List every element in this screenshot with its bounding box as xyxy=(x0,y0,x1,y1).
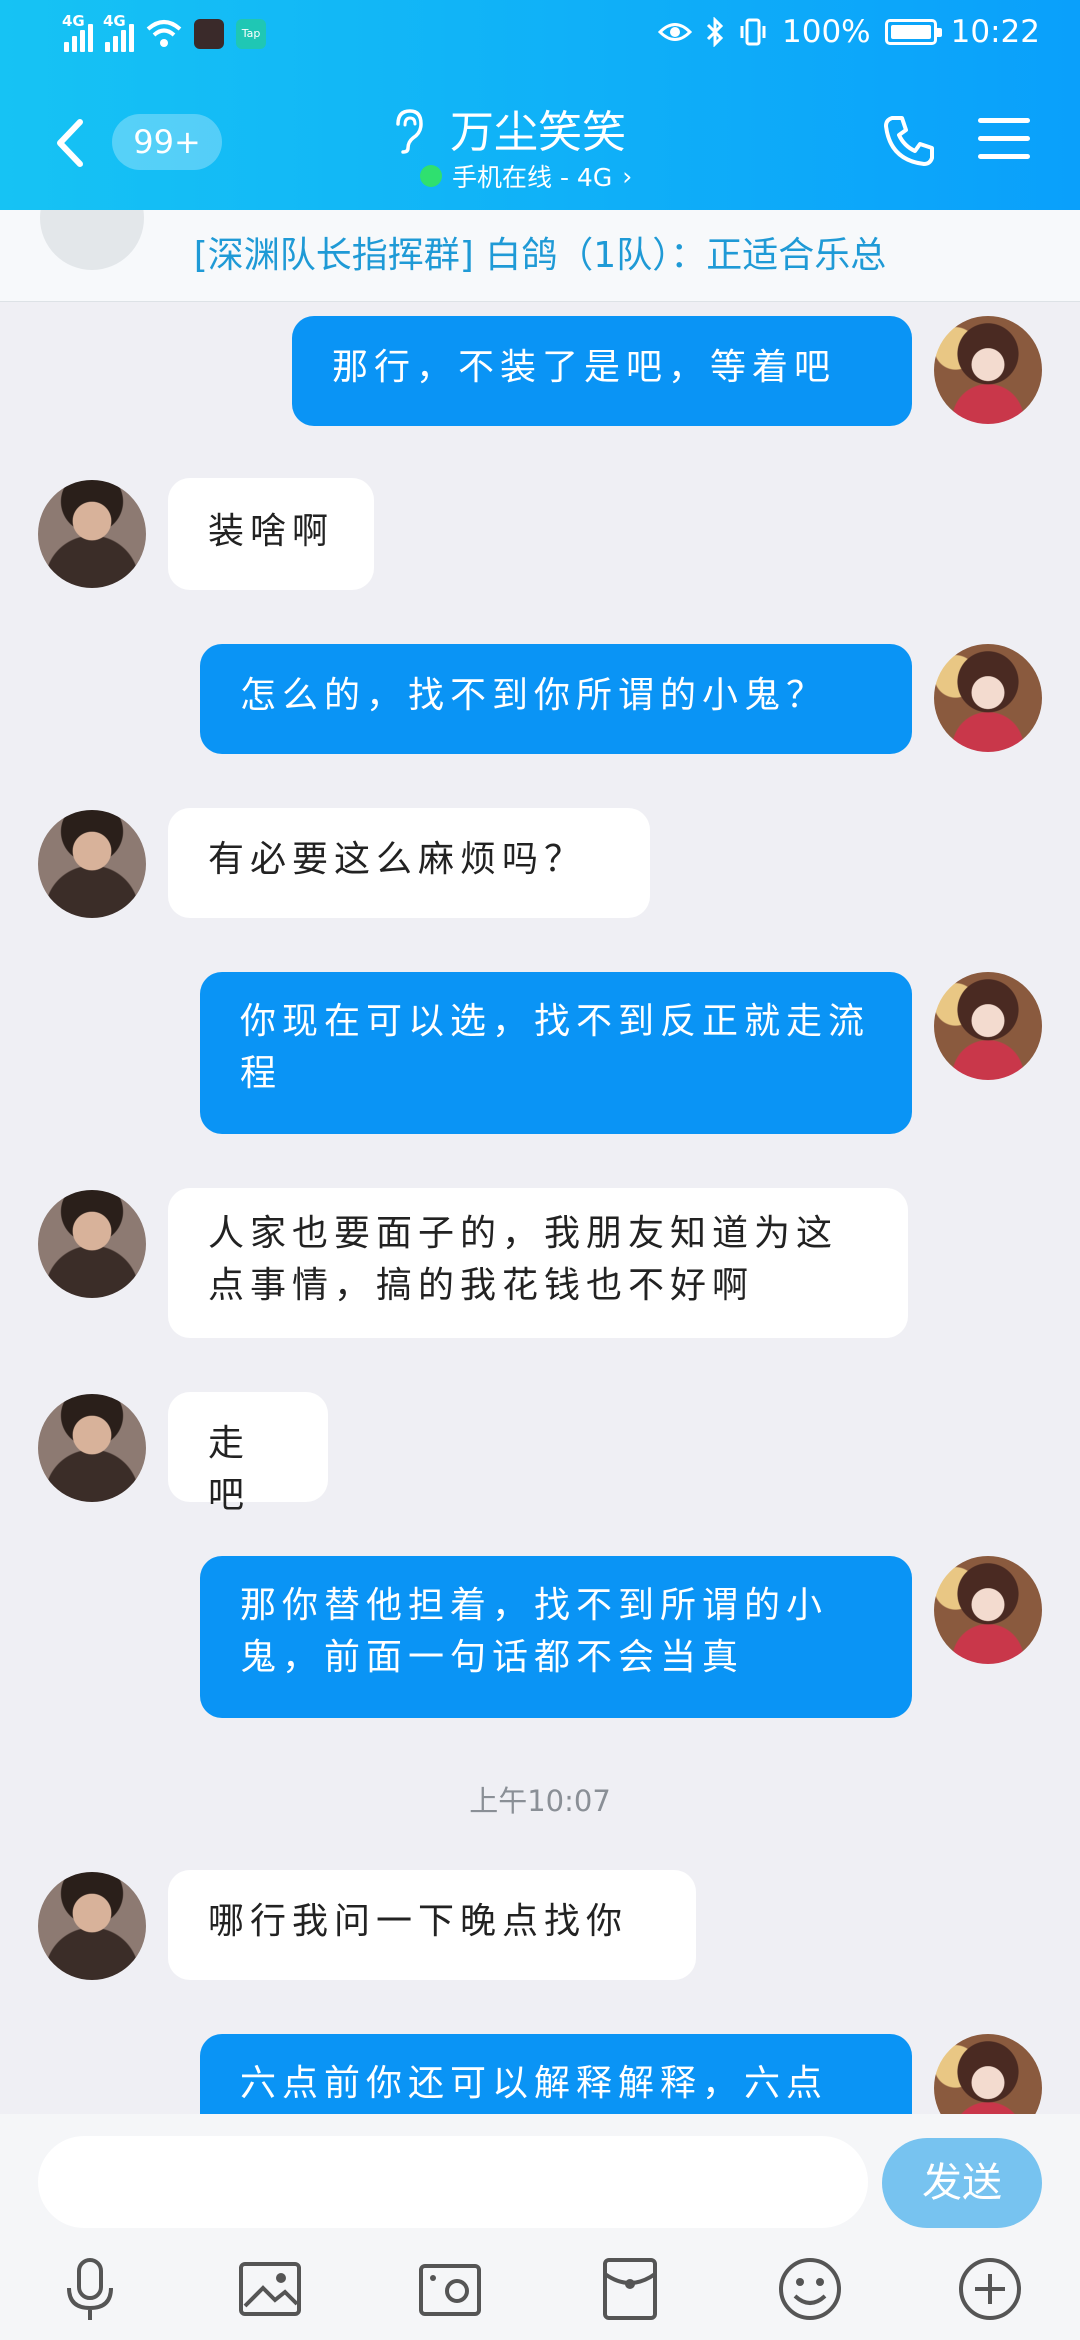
message-row: 走吧 xyxy=(0,1392,1080,1516)
group-notice-bar[interactable]: [深渊队长指挥群] 白鸽（1队）：正适合乐总 xyxy=(0,210,1080,302)
group-notice-text: [深渊队长指挥群] 白鸽（1队）：正适合乐总 xyxy=(193,235,887,276)
message-bubble-incoming[interactable]: 装啥啊 xyxy=(168,478,374,590)
my-avatar[interactable] xyxy=(934,644,1042,752)
contact-avatar[interactable] xyxy=(38,1190,146,1298)
phone-icon[interactable] xyxy=(880,112,938,170)
tap-app-icon: Tap xyxy=(236,19,266,49)
message-row: 六点前你还可以解释解释，六点 xyxy=(0,2034,1080,2114)
eye-icon xyxy=(658,23,693,41)
red-packet-icon[interactable] xyxy=(595,2254,665,2324)
earpiece-mode-icon[interactable] xyxy=(390,108,424,154)
contact-avatar[interactable] xyxy=(38,1872,146,1980)
message-row: 人家也要面子的，我朋友知道为这点事情，搞的我花钱也不好啊 xyxy=(0,1188,1080,1338)
wifi-icon xyxy=(146,20,182,47)
my-avatar[interactable] xyxy=(934,2034,1042,2114)
battery-icon xyxy=(884,19,942,45)
contact-avatar[interactable] xyxy=(38,810,146,918)
online-status-text: 手机在线 - 4G xyxy=(452,163,613,192)
vibrate-icon xyxy=(740,18,766,46)
bluetooth-icon xyxy=(706,17,724,47)
battery-percent: 100% xyxy=(782,14,871,50)
status-bar: 4G 4G Tap 100% 10:22 xyxy=(0,0,1080,75)
message-row: 装啥啊 xyxy=(0,478,1080,590)
message-bubble-outgoing[interactable]: 你现在可以选，找不到反正就走流程 xyxy=(200,972,912,1134)
message-row: 你现在可以选，找不到反正就走流程 xyxy=(0,972,1080,1134)
message-bubble-incoming[interactable]: 人家也要面子的，我朋友知道为这点事情，搞的我花钱也不好啊 xyxy=(168,1188,908,1338)
signal-icon: 4G xyxy=(62,12,93,52)
send-button[interactable]: 发送 xyxy=(882,2138,1042,2228)
message-row: 那行，不装了是吧，等着吧 xyxy=(0,314,1080,426)
message-bubble-outgoing[interactable]: 怎么的，找不到你所谓的小鬼？ xyxy=(200,644,912,754)
back-arrow-icon[interactable] xyxy=(52,118,86,168)
chat-header: 4G 4G Tap 100% 10:22 99+ 万尘笑笑 手机在线 - 4G … xyxy=(0,0,1080,210)
message-row: 哪行我问一下晚点找你 xyxy=(0,1870,1080,1980)
message-bubble-incoming[interactable]: 有必要这么麻烦吗？ xyxy=(168,808,650,918)
contact-name: 万尘笑笑 xyxy=(450,107,626,158)
contact-avatar[interactable] xyxy=(38,480,146,588)
network-type: 4G xyxy=(62,12,85,30)
input-area: 发送 xyxy=(0,2114,1080,2340)
plus-icon[interactable] xyxy=(955,2254,1025,2324)
message-bubble-incoming[interactable]: 走吧 xyxy=(168,1392,328,1516)
scrolled-avatar xyxy=(40,210,144,270)
contact-avatar[interactable] xyxy=(38,1394,146,1502)
my-avatar[interactable] xyxy=(934,972,1042,1080)
menu-icon[interactable] xyxy=(978,118,1030,160)
image-icon[interactable] xyxy=(235,2254,305,2324)
message-input[interactable] xyxy=(38,2136,868,2228)
message-bubble-incoming[interactable]: 哪行我问一下晚点找你 xyxy=(168,1870,696,1980)
message-row: 有必要这么麻烦吗？ xyxy=(0,808,1080,918)
message-bubble-outgoing[interactable]: 六点前你还可以解释解释，六点 xyxy=(200,2034,912,2114)
game-app-icon xyxy=(194,19,224,49)
microphone-icon[interactable] xyxy=(55,2254,125,2324)
message-row: 怎么的，找不到你所谓的小鬼？ xyxy=(0,644,1080,754)
message-bubble-outgoing[interactable]: 那你替他担着，找不到所谓的小鬼，前面一句话都不会当真 xyxy=(200,1556,912,1718)
my-avatar[interactable] xyxy=(934,1556,1042,1664)
message-timestamp: 上午10:07 xyxy=(469,1784,611,1818)
message-row: 那你替他担着，找不到所谓的小鬼，前面一句话都不会当真 xyxy=(0,1556,1080,1718)
emoji-icon[interactable] xyxy=(775,2254,845,2324)
signal-icon-2: 4G xyxy=(103,12,134,52)
camera-icon[interactable] xyxy=(415,2254,485,2324)
network-type-2: 4G xyxy=(103,12,126,30)
online-status: 手机在线 - 4G › xyxy=(420,158,632,194)
my-avatar[interactable] xyxy=(934,316,1042,424)
unread-count-badge[interactable]: 99+ xyxy=(112,114,222,170)
clock: 10:22 xyxy=(950,14,1040,50)
chevron-right-icon: › xyxy=(622,161,633,191)
online-dot-icon xyxy=(420,165,442,187)
message-bubble-outgoing[interactable]: 那行，不装了是吧，等着吧 xyxy=(292,316,912,426)
